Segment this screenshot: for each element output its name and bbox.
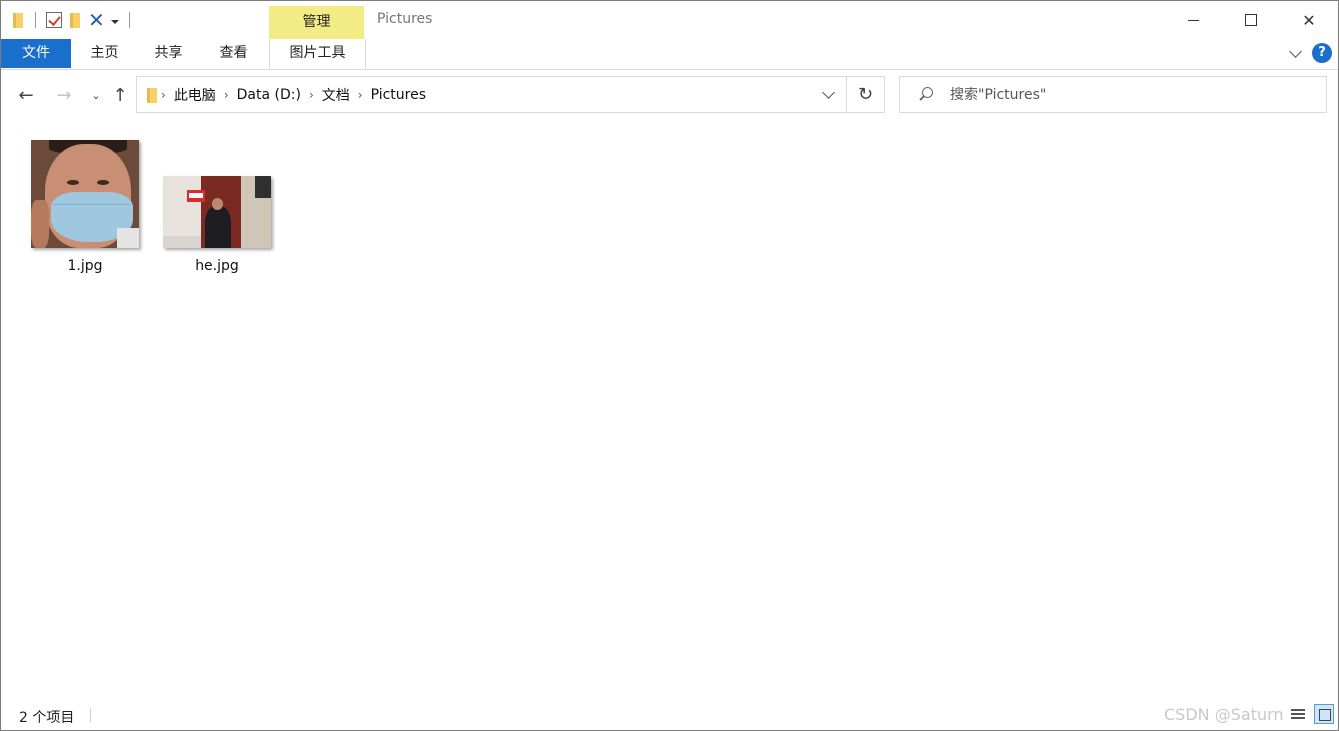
file-view: 1.jpg he.jpg — [1, 120, 1338, 700]
tab-view[interactable]: 查看 — [206, 39, 261, 68]
window-title: Pictures — [377, 11, 433, 27]
close-button[interactable]: ✕ — [1280, 1, 1338, 39]
folder-icon — [11, 12, 25, 28]
file-name: he.jpg — [195, 258, 239, 274]
status-bar: 2 个项目 CSDN @Saturn — [1, 700, 1338, 730]
maximize-icon — [1245, 14, 1257, 26]
tab-home[interactable]: 主页 — [77, 39, 132, 68]
title-bar: ✕ 管理 Pictures ✕ — [1, 1, 1338, 39]
search-box[interactable] — [899, 76, 1327, 113]
toolbar-separator — [35, 12, 36, 28]
breadcrumb-separator-icon[interactable]: › — [356, 88, 365, 102]
breadcrumb-this-pc[interactable]: 此电脑 — [168, 85, 222, 105]
tab-file[interactable]: 文件 — [1, 39, 71, 68]
folder-icon — [145, 87, 159, 103]
navigation-bar: ← → ⌄ ↑ › 此电脑 › Data (D:) › 文档 › Picture… — [1, 70, 1338, 120]
explorer-window: ✕ 管理 Pictures ✕ 文件 主页 共享 查看 图片工具 ? ← → ⌄… — [0, 0, 1339, 731]
search-icon — [916, 85, 936, 105]
breadcrumb-separator-icon[interactable]: › — [222, 88, 231, 102]
large-icons-view-icon[interactable] — [1314, 704, 1334, 724]
item-count: 2 个项目 — [19, 710, 75, 726]
close-icon: ✕ — [1302, 10, 1316, 30]
address-history-button[interactable] — [810, 77, 846, 112]
breadcrumb-pictures[interactable]: Pictures — [365, 87, 432, 103]
properties-icon[interactable] — [46, 12, 62, 28]
breadcrumb-documents[interactable]: 文档 — [316, 85, 356, 105]
file-item[interactable]: 1.jpg — [25, 140, 145, 274]
context-tab-manage: 管理 — [269, 6, 364, 39]
file-item[interactable]: he.jpg — [157, 176, 277, 274]
chevron-down-icon — [821, 86, 835, 99]
ribbon-tabs: 文件 主页 共享 查看 图片工具 ? — [1, 39, 1338, 70]
maximize-button[interactable] — [1222, 1, 1280, 39]
file-name: 1.jpg — [67, 258, 103, 274]
address-bar[interactable]: › 此电脑 › Data (D:) › 文档 › Pictures ↻ — [136, 76, 885, 113]
search-input[interactable] — [948, 85, 1312, 104]
window-controls: ✕ — [1164, 1, 1338, 39]
file-thumbnail — [163, 176, 271, 248]
new-folder-icon[interactable] — [68, 12, 82, 28]
breadcrumb-separator-icon[interactable]: › — [307, 88, 316, 102]
view-switcher — [1288, 704, 1334, 724]
up-icon[interactable]: ↑ — [109, 84, 131, 106]
back-icon[interactable]: ← — [15, 84, 37, 106]
expand-ribbon-icon[interactable] — [1289, 44, 1302, 58]
breadcrumb: › 此电脑 › Data (D:) › 文档 › Pictures — [137, 77, 810, 112]
ribbon-right-controls: ? — [1289, 43, 1332, 63]
toolbar-separator — [128, 12, 130, 28]
refresh-icon[interactable]: ↻ — [846, 77, 884, 112]
help-icon[interactable]: ? — [1312, 43, 1332, 63]
file-thumbnail — [31, 140, 139, 248]
minimize-button[interactable] — [1164, 1, 1222, 39]
delete-icon[interactable]: ✕ — [88, 10, 105, 30]
status-separator — [90, 708, 91, 722]
customize-dropdown-icon[interactable] — [110, 20, 119, 24]
breadcrumb-separator-icon[interactable]: › — [159, 88, 168, 102]
recent-locations-icon[interactable]: ⌄ — [85, 84, 107, 106]
quick-access-toolbar: ✕ — [11, 9, 134, 31]
minimize-icon — [1187, 19, 1199, 21]
details-view-icon[interactable] — [1288, 704, 1308, 724]
tab-picture-tools[interactable]: 图片工具 — [269, 39, 366, 69]
watermark: CSDN @Saturn — [1164, 705, 1284, 724]
forward-icon[interactable]: → — [53, 84, 75, 106]
tab-share[interactable]: 共享 — [141, 39, 196, 68]
breadcrumb-drive-d[interactable]: Data (D:) — [231, 87, 307, 103]
